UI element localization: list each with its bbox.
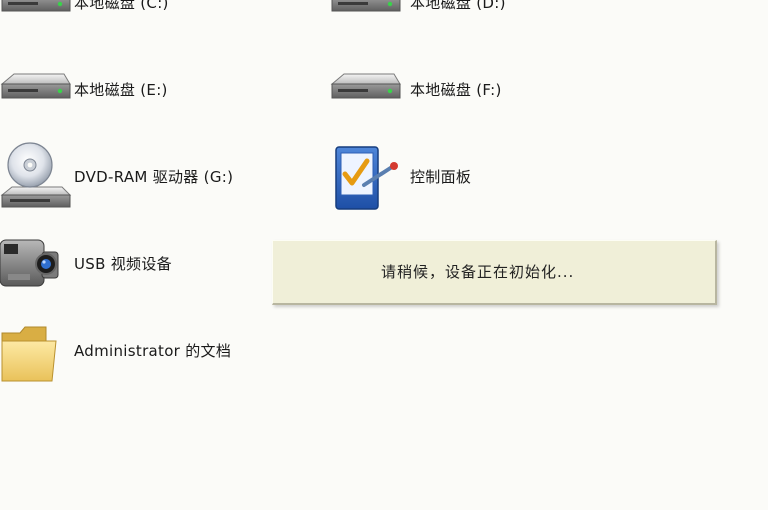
- drive-label: 本地磁盘 (E:): [74, 81, 168, 99]
- drive-item-f[interactable]: 本地磁盘 (F:): [330, 54, 630, 126]
- explorer-content-area: 本地磁盘 (C:) 本地磁盘 (D:) 本地磁盘 (E:) 本地磁盘 (F:): [0, 0, 768, 510]
- control-panel-icon: [335, 146, 398, 210]
- video-camera-icon: [0, 239, 59, 287]
- hard-drive-icon: [0, 73, 71, 99]
- folder-icon: [1, 326, 57, 382]
- hard-drive-icon: [331, 0, 401, 12]
- drive-label: 本地磁盘 (D:): [410, 0, 506, 12]
- control-panel-item[interactable]: 控制面板: [330, 141, 630, 213]
- drive-label: DVD-RAM 驱动器 (G:): [74, 168, 234, 186]
- drive-label: 本地磁盘 (F:): [410, 81, 502, 99]
- drive-item-d[interactable]: 本地磁盘 (D:): [330, 0, 630, 39]
- drive-label: 本地磁盘 (C:): [74, 0, 169, 12]
- control-panel-label: 控制面板: [410, 168, 472, 186]
- my-documents-item[interactable]: Administrator 的文档: [0, 315, 300, 387]
- my-documents-label: Administrator 的文档: [74, 342, 232, 360]
- usb-video-device-item[interactable]: USB 视频设备: [0, 228, 300, 300]
- hard-drive-icon: [330, 73, 401, 99]
- drive-item-c[interactable]: 本地磁盘 (C:): [0, 0, 300, 39]
- drive-item-e[interactable]: 本地磁盘 (E:): [0, 54, 300, 126]
- dvd-drive-icon: [0, 142, 72, 208]
- tooltip-message: 请稍候，设备正在初始化...: [381, 263, 575, 281]
- initializing-tooltip: 请稍候，设备正在初始化...: [272, 240, 717, 305]
- drive-item-g[interactable]: DVD-RAM 驱动器 (G:): [0, 141, 300, 213]
- usb-video-device-label: USB 视频设备: [74, 255, 172, 273]
- hard-drive-icon: [1, 0, 71, 12]
